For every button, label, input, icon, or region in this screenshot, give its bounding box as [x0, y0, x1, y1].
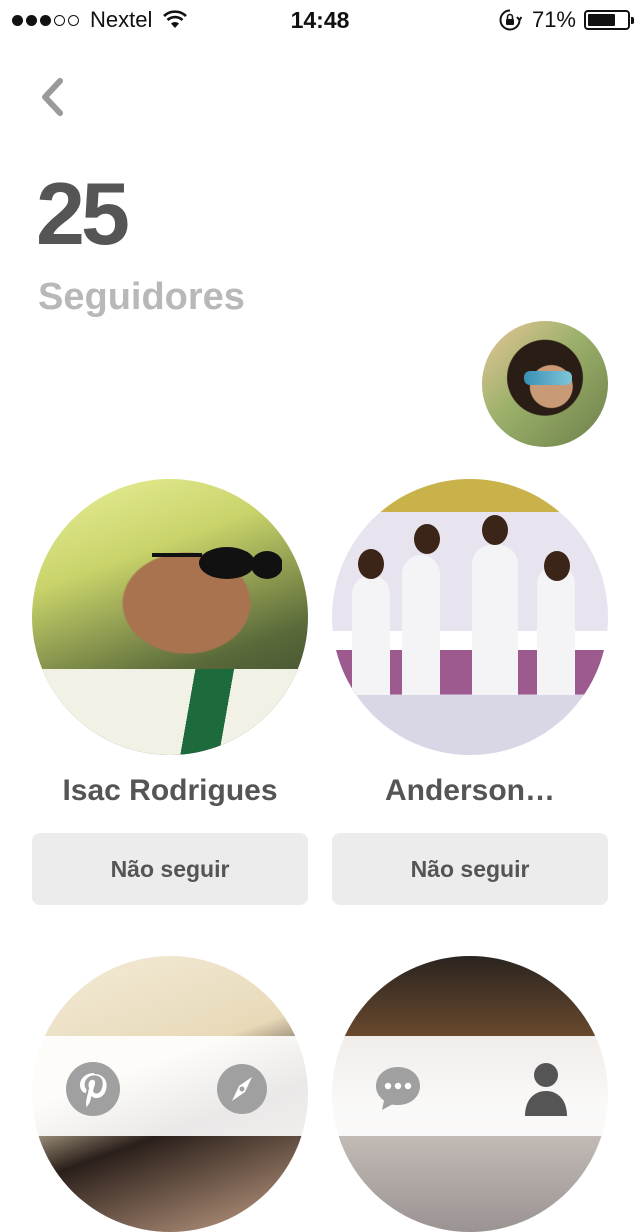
follower-count: 25 — [36, 164, 130, 263]
avatar-photo-detail — [472, 545, 518, 695]
avatar-photo-detail — [544, 551, 570, 581]
profile-avatar[interactable] — [482, 321, 608, 447]
status-bar: Nextel 14:48 71% — [0, 0, 640, 40]
tab-home[interactable] — [64, 1060, 122, 1118]
avatar-photo-detail — [32, 669, 308, 755]
pinterest-icon — [66, 1062, 120, 1116]
battery-percent: 71% — [531, 7, 576, 32]
rotation-lock-icon — [499, 9, 522, 31]
follower-card: Anderson… Não seguir — [332, 479, 608, 905]
profile-icon — [525, 1063, 567, 1116]
battery-tip — [631, 17, 634, 24]
follower-avatar[interactable] — [32, 479, 308, 755]
follower-avatar[interactable] — [332, 479, 608, 755]
compass-icon — [217, 1064, 267, 1114]
followers-heading: Seguidores — [38, 276, 245, 318]
chat-icon — [376, 1067, 420, 1110]
tab-messages[interactable] — [369, 1060, 427, 1118]
tab-explore[interactable] — [213, 1060, 271, 1118]
avatar-photo-detail — [524, 371, 572, 385]
battery-icon — [584, 10, 634, 30]
avatar-photo-detail — [482, 515, 508, 545]
avatar-photo-detail — [537, 565, 575, 695]
battery-fill — [588, 14, 615, 26]
tab-profile[interactable] — [517, 1060, 575, 1118]
chevron-left-icon — [42, 78, 63, 116]
avatar-photo-detail — [152, 547, 282, 579]
status-right: 71% — [498, 6, 634, 34]
avatar-photo-detail — [352, 575, 390, 695]
avatar-photo-detail — [358, 549, 384, 579]
follower-name[interactable]: Anderson… — [332, 771, 608, 811]
follower-card: Isac Rodrigues Não seguir — [32, 479, 308, 905]
follower-name[interactable]: Isac Rodrigues — [32, 771, 308, 811]
back-button[interactable] — [30, 74, 74, 120]
tab-bar — [0, 1036, 640, 1136]
avatar-photo-detail — [402, 555, 440, 695]
avatar-photo-detail — [414, 524, 440, 554]
unfollow-button[interactable]: Não seguir — [32, 833, 308, 905]
unfollow-button[interactable]: Não seguir — [332, 833, 608, 905]
